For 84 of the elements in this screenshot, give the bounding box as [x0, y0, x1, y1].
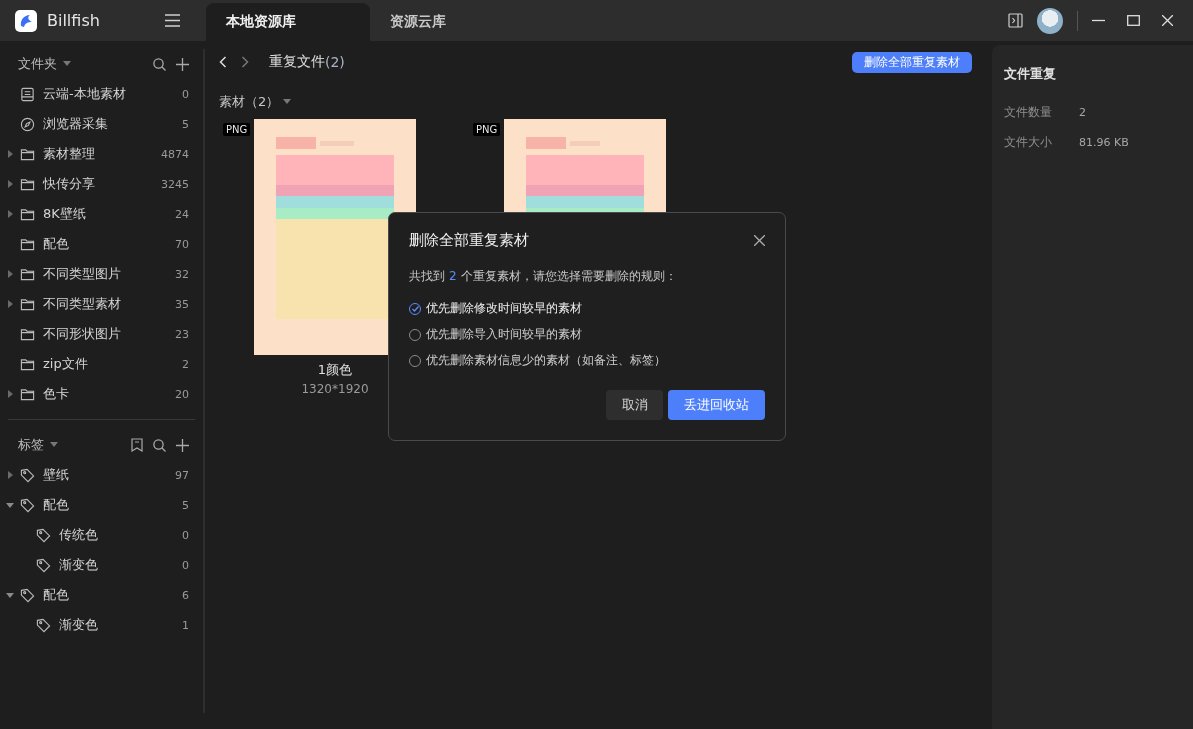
dialog-title: 删除全部重复素材 — [409, 231, 529, 250]
maximize-icon[interactable] — [1127, 15, 1140, 26]
cancel-button[interactable]: 取消 — [606, 390, 663, 420]
tag-item[interactable]: 壁纸 97 — [6, 460, 195, 490]
bookmark-icon[interactable] — [131, 438, 143, 452]
caret-icon[interactable] — [6, 270, 14, 278]
caret-icon[interactable] — [283, 99, 292, 105]
folder-item[interactable]: 不同类型图片 32 — [6, 259, 195, 289]
format-badge: PNG — [473, 123, 501, 136]
caret-icon[interactable] — [63, 61, 71, 67]
menu-icon[interactable] — [165, 14, 180, 27]
tab[interactable]: 资源云库 — [370, 3, 534, 41]
folder-item[interactable]: 浏览器采集 5 — [6, 109, 195, 139]
compass-icon — [20, 116, 35, 132]
page-title: 重复文件 — [269, 53, 325, 71]
file-name: 1颜色 — [317, 361, 353, 379]
tab[interactable]: 本地资源库 — [206, 3, 370, 41]
caret-icon[interactable] — [6, 300, 14, 308]
tag-icon — [36, 557, 51, 573]
confirm-button[interactable]: 丢进回收站 — [668, 390, 765, 420]
option-label[interactable]: 优先删除修改时间较早的素材 — [426, 300, 582, 317]
folder-item[interactable]: 8K壁纸 24 — [6, 199, 195, 229]
folder-item[interactable]: 不同形状图片 23 — [6, 319, 195, 349]
folder-icon — [20, 296, 35, 312]
add-icon[interactable] — [176, 438, 189, 452]
panel-title: 文件重复 — [1004, 65, 1057, 83]
tag-icon — [20, 497, 35, 513]
file-count: (2) — [325, 54, 345, 70]
folder-item[interactable]: 云端-本地素材 0 — [6, 79, 195, 109]
caret-icon[interactable] — [6, 210, 14, 218]
tag-icon — [36, 527, 51, 543]
tag-item[interactable]: 传统色 0 — [6, 520, 195, 550]
folder-icon — [20, 266, 35, 282]
tag-item[interactable]: 渐变色 0 — [6, 550, 195, 580]
caret-icon[interactable] — [50, 442, 58, 448]
tag-item[interactable]: 配色 6 — [6, 580, 195, 610]
tag-icon — [20, 467, 35, 483]
folder-icon — [20, 326, 35, 342]
folder-item[interactable]: 不同类型素材 35 — [6, 289, 195, 319]
back-icon[interactable] — [219, 56, 227, 68]
tag-item[interactable]: 渐变色 1 — [6, 610, 195, 640]
image-dimensions: 1320*1920 — [301, 382, 369, 396]
info-label: 文件大小 — [1004, 133, 1053, 151]
drive-icon — [20, 86, 35, 102]
tag-icon — [36, 617, 51, 633]
folder-item[interactable]: 配色 70 — [6, 229, 195, 259]
folder-icon — [20, 176, 35, 192]
tag-item[interactable]: 配色 5 — [6, 490, 195, 520]
option-label[interactable]: 优先删除素材信息少的素材（如备注、标签） — [426, 352, 666, 369]
app-name: Billfish — [47, 11, 101, 30]
info-value: 2 — [1079, 105, 1086, 119]
panel-toggle-icon[interactable] — [1008, 13, 1023, 28]
logo-icon — [15, 9, 37, 32]
folder-icon — [20, 236, 35, 252]
search-icon[interactable] — [153, 438, 166, 452]
section-title[interactable]: 标签 — [18, 436, 44, 454]
add-icon[interactable] — [176, 57, 189, 71]
delete-all-button[interactable]: 删除全部重复素材 — [852, 51, 972, 73]
group-label[interactable]: 素材（2） — [219, 93, 280, 111]
caret-icon[interactable] — [6, 150, 14, 158]
dialog-message: 共找到 2 个重复素材，请您选择需要删除的规则： — [409, 268, 678, 285]
option-label[interactable]: 优先删除导入时间较早的素材 — [426, 326, 582, 343]
caret-icon[interactable] — [6, 501, 14, 509]
info-value: 81.96 KB — [1079, 135, 1129, 149]
caret-icon[interactable] — [6, 471, 14, 479]
folder-icon — [20, 206, 35, 222]
caret-icon[interactable] — [6, 180, 14, 188]
folder-icon — [20, 356, 35, 372]
folder-item[interactable]: 快传分享 3245 — [6, 169, 195, 199]
forward-icon[interactable] — [241, 56, 249, 68]
tag-icon — [20, 587, 35, 603]
info-label: 文件数量 — [1004, 103, 1053, 121]
caret-icon[interactable] — [6, 390, 14, 398]
folder-item[interactable]: 色卡 20 — [6, 379, 195, 409]
folder-icon — [20, 146, 35, 162]
section-title[interactable]: 文件夹 — [18, 55, 57, 73]
folder-icon — [20, 386, 35, 402]
search-icon[interactable] — [153, 57, 166, 71]
caret-icon[interactable] — [6, 591, 14, 599]
folder-item[interactable]: 素材整理 4874 — [6, 139, 195, 169]
format-badge: PNG — [223, 123, 251, 136]
close-icon[interactable] — [754, 235, 765, 246]
avatar[interactable] — [1037, 7, 1063, 34]
folder-item[interactable]: zip文件 2 — [6, 349, 195, 379]
